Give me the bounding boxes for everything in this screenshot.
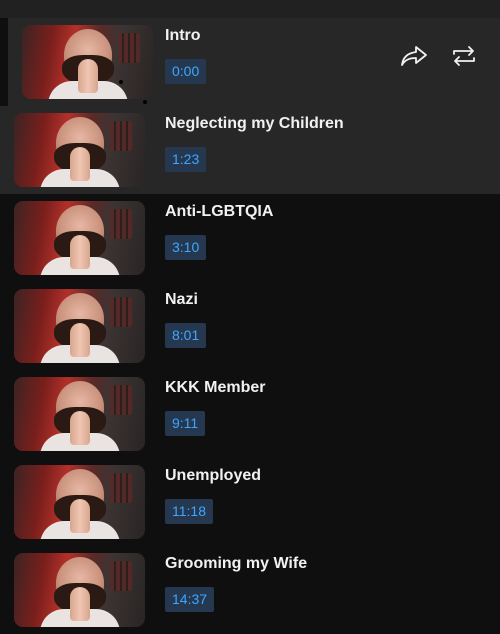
chapter-item[interactable]: Nazi 8:01 <box>0 282 500 370</box>
chapter-thumbnail[interactable] <box>14 201 145 275</box>
chapter-timestamp[interactable]: 9:11 <box>165 411 206 436</box>
chapter-title: Anti-LGBTQIA <box>165 203 274 220</box>
chapter-thumbnail[interactable] <box>14 377 145 451</box>
chapter-title: Unemployed <box>165 467 262 484</box>
chapter-item[interactable]: Neglecting my Children 1:23 <box>0 106 500 194</box>
chapter-title: Intro <box>165 27 201 44</box>
chapter-actions <box>400 44 478 68</box>
chapter-item[interactable]: Grooming my Wife 14:37 <box>0 546 500 634</box>
chapter-thumbnail[interactable] <box>14 289 145 363</box>
chapter-timestamp[interactable]: 14:37 <box>165 587 215 612</box>
chapter-thumbnail[interactable] <box>22 25 153 99</box>
chapter-title: Nazi <box>165 291 198 308</box>
chapter-title: KKK Member <box>165 379 266 396</box>
chapter-timestamp[interactable]: 8:01 <box>165 323 207 348</box>
chapter-item[interactable]: KKK Member 9:11 <box>0 370 500 458</box>
chapter-item[interactable]: Unemployed 11:18 <box>0 458 500 546</box>
chapter-list: Intro 0:00 Neglecting my Children 1:23 A… <box>0 18 500 634</box>
chapter-item-intro[interactable]: Intro 0:00 <box>8 18 500 106</box>
chapter-timestamp[interactable]: 11:18 <box>165 499 213 524</box>
chapter-timestamp[interactable]: 1:23 <box>165 147 207 172</box>
chapter-thumbnail[interactable] <box>14 465 145 539</box>
chapter-timestamp[interactable]: 0:00 <box>165 59 207 84</box>
repeat-icon[interactable] <box>450 44 478 68</box>
chapter-title: Neglecting my Children <box>165 115 344 132</box>
chapter-title: Grooming my Wife <box>165 555 308 572</box>
share-icon[interactable] <box>400 44 428 68</box>
chapter-timestamp[interactable]: 3:10 <box>165 235 207 260</box>
chapter-thumbnail[interactable] <box>14 113 145 187</box>
chapter-thumbnail[interactable] <box>14 553 145 627</box>
top-bar <box>0 0 500 18</box>
chapter-item[interactable]: Anti-LGBTQIA 3:10 <box>0 194 500 282</box>
